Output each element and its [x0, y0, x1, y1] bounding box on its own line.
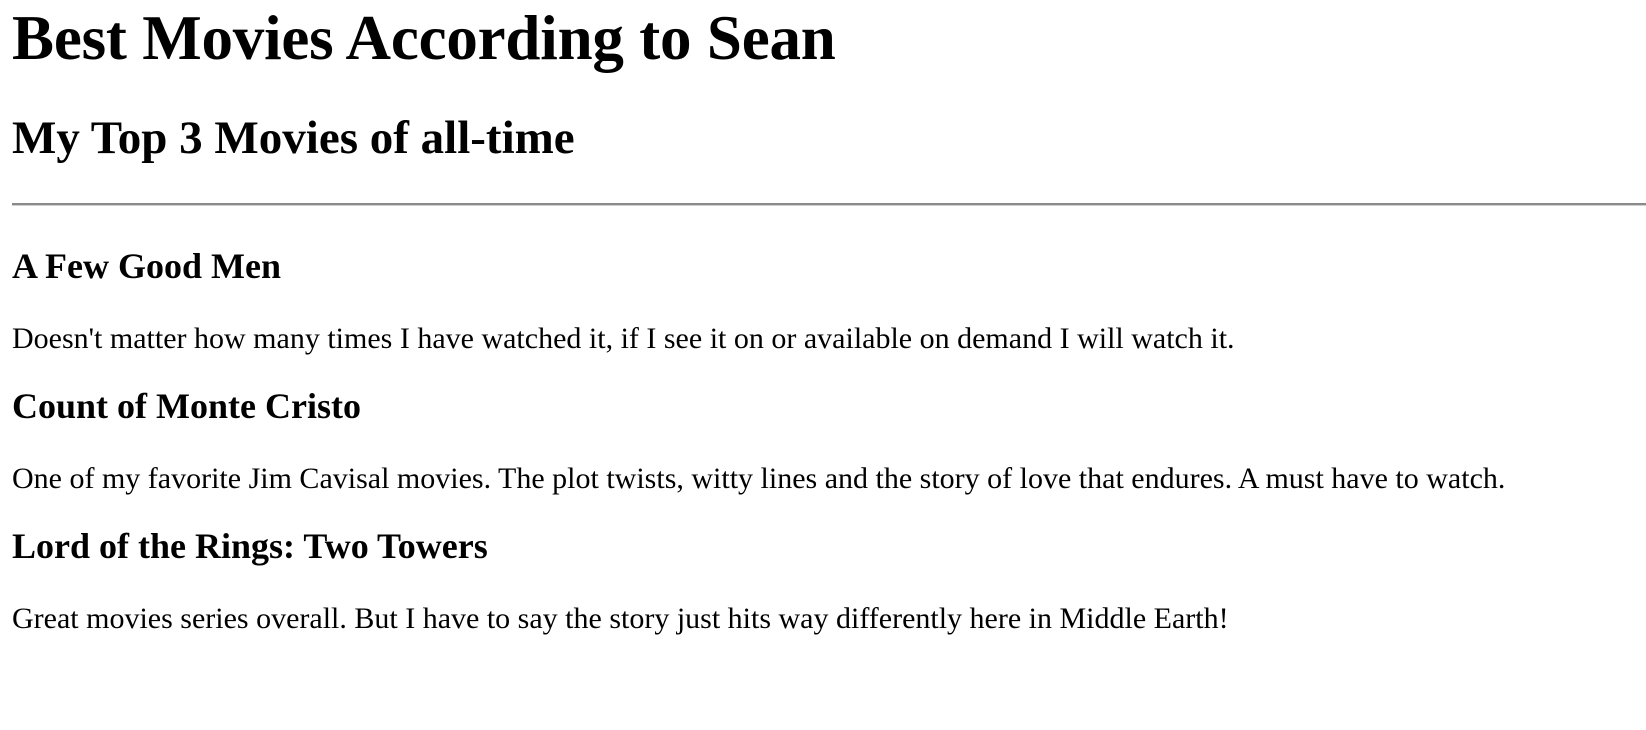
- movie-entry: Lord of the Rings: Two Towers Great movi…: [12, 525, 1646, 637]
- movie-title: Lord of the Rings: Two Towers: [12, 526, 488, 566]
- page-subtitle: My Top 3 Movies of all-time: [12, 112, 575, 164]
- movie-description: Doesn't matter how many times I have wat…: [12, 322, 1235, 355]
- movie-entry: Count of Monte Cristo One of my favorite…: [12, 385, 1646, 497]
- page-title: Best Movies According to Sean: [12, 3, 836, 73]
- movie-description: One of my favorite Jim Cavisal movies. T…: [12, 462, 1506, 495]
- movie-entry: A Few Good Men Doesn't matter how many t…: [12, 245, 1646, 357]
- movie-title: Count of Monte Cristo: [12, 386, 361, 426]
- page: Best Movies According to Sean My Top 3 M…: [0, 0, 1646, 637]
- divider: [12, 203, 1646, 206]
- movie-title: A Few Good Men: [12, 246, 281, 286]
- movie-description: Great movies series overall. But I have …: [12, 602, 1229, 635]
